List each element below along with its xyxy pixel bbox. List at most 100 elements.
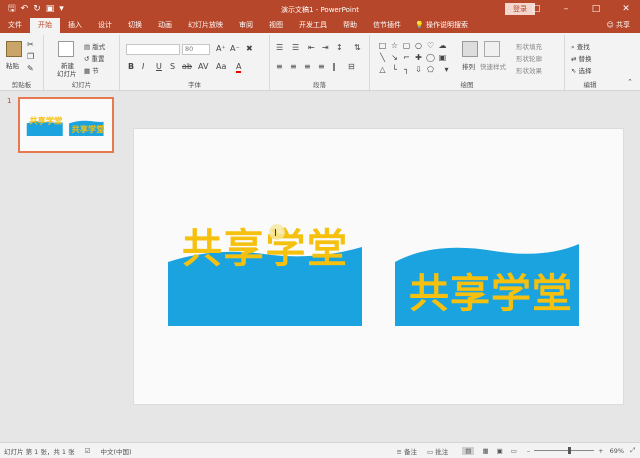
tab-view[interactable]: 视图: [261, 18, 291, 33]
zoom-out-icon[interactable]: –: [527, 447, 530, 455]
strikethrough-button[interactable]: ab: [182, 62, 192, 71]
arrange-icon[interactable]: [462, 41, 478, 57]
comments-button[interactable]: ▭ 批注: [427, 446, 448, 456]
font-name-field[interactable]: [126, 44, 180, 55]
zoom-in-icon[interactable]: +: [598, 447, 603, 455]
customize-icon[interactable]: ▾: [59, 0, 64, 18]
italic-button[interactable]: I: [142, 62, 144, 71]
undo-icon[interactable]: ↶: [21, 0, 29, 18]
shape-heart-icon[interactable]: ♡: [426, 41, 435, 50]
slide-thumbnail[interactable]: 共享学堂 共享学堂: [18, 97, 114, 153]
shape-outline-button[interactable]: 形状轮廓: [516, 53, 542, 63]
slideshow-view-icon[interactable]: ▭: [511, 447, 517, 455]
clear-format-icon[interactable]: ✖: [246, 44, 253, 53]
change-case-button[interactable]: Aa: [216, 62, 226, 71]
shape-bend-icon[interactable]: ┐: [402, 65, 411, 74]
copy-icon[interactable]: ❐: [27, 52, 34, 61]
shape-frame-icon[interactable]: ▣: [438, 53, 447, 62]
shape-arrow-icon[interactable]: ↘: [390, 53, 399, 62]
tab-transitions[interactable]: 切换: [120, 18, 150, 33]
tab-slideshow[interactable]: 幻灯片放映: [180, 18, 231, 33]
new-slide-label2[interactable]: 幻灯片: [57, 68, 77, 78]
cut-icon[interactable]: ✂: [27, 40, 34, 49]
numbering-icon[interactable]: ☰: [292, 43, 299, 52]
justify-icon[interactable]: ≡: [318, 62, 325, 71]
find-button[interactable]: ⌕ 查找: [571, 41, 590, 52]
underline-button[interactable]: U: [156, 62, 162, 71]
shape-line-icon[interactable]: ╲: [378, 53, 387, 62]
spacing-button[interactable]: AV: [198, 62, 208, 71]
text-direction-icon[interactable]: ⇅: [354, 43, 361, 52]
columns-icon[interactable]: ‖: [332, 62, 336, 71]
shape-star-icon[interactable]: ☆: [390, 41, 399, 50]
arrange-label[interactable]: 排列: [462, 61, 475, 71]
maximize-icon[interactable]: □: [588, 4, 604, 14]
tab-help[interactable]: 帮助: [335, 18, 365, 33]
save-icon[interactable]: 🖫: [8, 0, 16, 18]
ribbon-display-icon[interactable]: □: [528, 4, 544, 14]
align-left-icon[interactable]: ≡: [276, 62, 283, 71]
reset-button[interactable]: ↺ 重置: [84, 53, 105, 63]
shadow-button[interactable]: S: [170, 62, 175, 71]
minimize-icon[interactable]: –: [558, 4, 574, 14]
font-color-button[interactable]: A: [236, 62, 242, 73]
shape-circle-icon[interactable]: ◯: [426, 53, 435, 62]
tab-review[interactable]: 审阅: [231, 18, 261, 33]
redo-icon[interactable]: ↻: [33, 0, 41, 18]
layout-button[interactable]: ▤ 版式: [84, 41, 105, 51]
quick-styles-icon[interactable]: [484, 41, 500, 57]
collapse-ribbon-icon[interactable]: ⌃: [627, 78, 633, 86]
shape-plus-icon[interactable]: ✚: [414, 53, 423, 62]
grow-font-icon[interactable]: A⁺: [216, 44, 226, 53]
spellcheck-icon[interactable]: ☑: [85, 447, 91, 455]
notes-button[interactable]: ≡ 备注: [397, 446, 418, 456]
start-from-beginning-icon[interactable]: ▣: [46, 0, 55, 18]
zoom-level[interactable]: 69%: [610, 447, 624, 455]
share-button[interactable]: ☺ 共享: [606, 18, 630, 33]
align-text-icon[interactable]: ⊟: [348, 62, 355, 71]
bullets-icon[interactable]: ☰: [276, 43, 283, 52]
select-button[interactable]: ⇖ 选择: [571, 65, 592, 75]
align-right-icon[interactable]: ≡: [304, 62, 311, 71]
shape-effects-button[interactable]: 形状效果: [516, 65, 542, 75]
tab-animations[interactable]: 动画: [150, 18, 180, 33]
tab-home[interactable]: 开始: [30, 18, 60, 33]
font-size-field[interactable]: 80: [182, 44, 210, 55]
bold-button[interactable]: B: [128, 62, 134, 71]
tab-plugin[interactable]: 信节插件: [365, 18, 409, 33]
quick-styles-label[interactable]: 快速样式: [480, 61, 506, 71]
shape-pentagon-icon[interactable]: ⬠: [426, 65, 435, 74]
shape-triangle-icon[interactable]: △: [378, 65, 387, 74]
vertical-scrollbar[interactable]: [628, 92, 640, 442]
shrink-font-icon[interactable]: A⁻: [230, 44, 240, 53]
shape-cloud-icon[interactable]: ☁: [438, 41, 447, 50]
align-center-icon[interactable]: ≡: [290, 62, 297, 71]
shape-corner-icon[interactable]: └: [390, 65, 399, 74]
tab-file[interactable]: 文件: [0, 18, 30, 33]
paste-icon[interactable]: [6, 41, 22, 57]
format-painter-icon[interactable]: ✎: [27, 64, 34, 73]
shape-oval-icon[interactable]: ○: [414, 41, 423, 50]
normal-view-icon[interactable]: ▤: [462, 446, 475, 455]
fit-slide-icon[interactable]: ⤢: [630, 446, 635, 455]
decrease-indent-icon[interactable]: ⇤: [308, 43, 315, 52]
shape-down-arrow-icon[interactable]: ⇩: [414, 65, 423, 74]
new-slide-icon[interactable]: [58, 41, 74, 57]
section-button[interactable]: ▦ 节: [84, 65, 99, 75]
zoom-slider-thumb[interactable]: [568, 447, 572, 454]
slide-sorter-icon[interactable]: ▦: [482, 447, 488, 455]
tab-design[interactable]: 设计: [90, 18, 120, 33]
shape-fill-button[interactable]: 形状填充: [516, 41, 542, 51]
shape-rectangle-icon[interactable]: □: [378, 41, 387, 50]
replace-button[interactable]: ⇄ 替换: [571, 53, 592, 63]
language-indicator[interactable]: 中文(中国): [100, 446, 131, 456]
shape-bracket-icon[interactable]: ⌐: [402, 53, 411, 62]
slide-canvas[interactable]: 共享学堂 共享学堂 I: [133, 128, 624, 405]
increase-indent-icon[interactable]: ⇥: [322, 43, 329, 52]
paste-label[interactable]: 粘贴: [6, 60, 19, 70]
tab-developer[interactable]: 开发工具: [291, 18, 335, 33]
shape-more-icon[interactable]: ▾: [442, 65, 451, 74]
shape-rounded-rect-icon[interactable]: ▢: [402, 41, 411, 50]
tell-me-search[interactable]: 💡 操作说明搜索: [409, 18, 468, 33]
tab-insert[interactable]: 插入: [60, 18, 90, 33]
